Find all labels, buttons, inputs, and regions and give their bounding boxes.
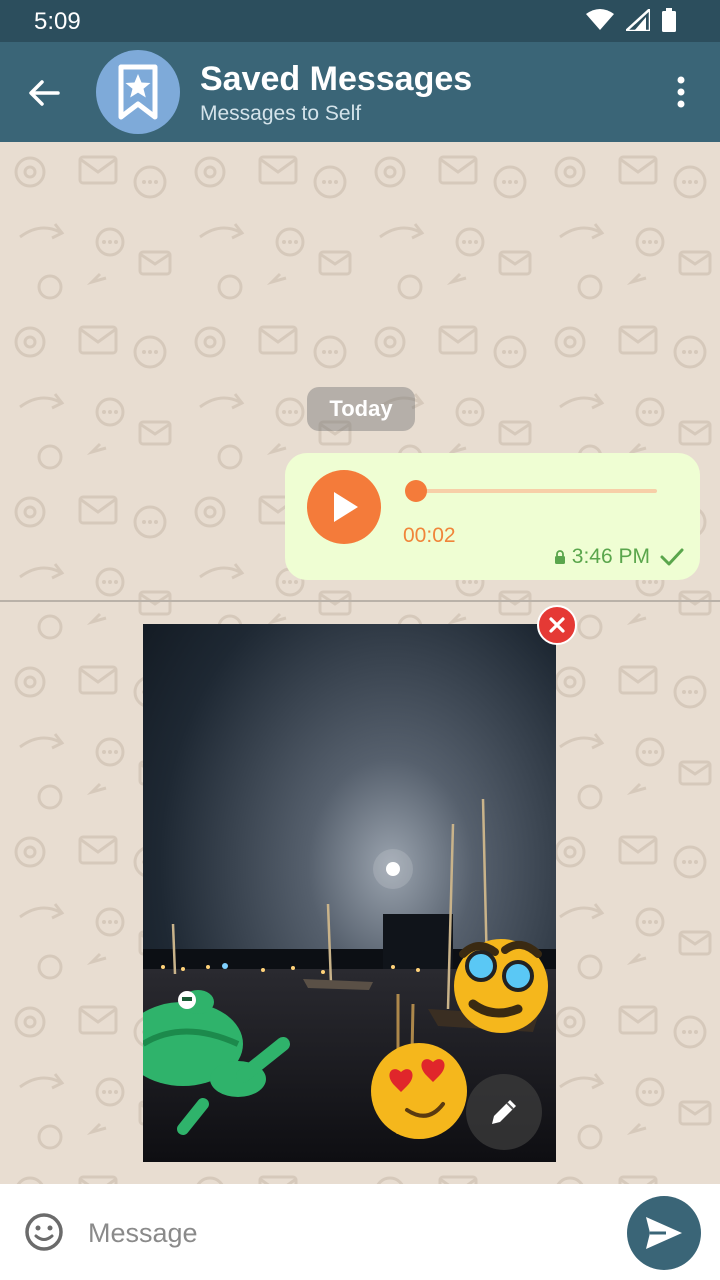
app-bar: Saved Messages Messages to Self bbox=[0, 42, 720, 142]
status-icons bbox=[586, 8, 676, 32]
send-icon bbox=[646, 1217, 682, 1249]
message-input[interactable] bbox=[86, 1208, 610, 1258]
status-bar: 5:09 bbox=[0, 0, 720, 42]
signal-icon bbox=[626, 9, 650, 31]
voice-message-bubble[interactable]: 00:02 3:46 PM bbox=[285, 453, 700, 580]
remove-attachment-button[interactable] bbox=[537, 605, 577, 645]
bookmark-star-icon bbox=[118, 64, 158, 120]
more-vertical-icon[interactable] bbox=[666, 72, 696, 112]
pencil-icon bbox=[492, 1100, 516, 1124]
check-icon bbox=[660, 548, 684, 566]
message-time: 3:46 PM bbox=[571, 545, 650, 568]
smiley-icon[interactable] bbox=[24, 1212, 64, 1252]
message-meta: 3:46 PM bbox=[554, 545, 686, 569]
audio-duration: 00:02 bbox=[403, 524, 456, 547]
attachment-divider bbox=[0, 600, 720, 602]
close-icon bbox=[549, 617, 565, 633]
status-time: 5:09 bbox=[34, 8, 81, 35]
date-chip: Today bbox=[307, 387, 415, 431]
chat-area[interactable]: Today 00:02 3:46 PM bbox=[0, 142, 720, 1184]
lock-icon bbox=[554, 550, 565, 564]
seekbar-thumb[interactable] bbox=[405, 480, 427, 502]
chat-subtitle: Messages to Self bbox=[200, 102, 362, 125]
play-icon bbox=[334, 492, 358, 522]
heart-eyes-sticker[interactable] bbox=[371, 1043, 467, 1139]
composer bbox=[0, 1184, 720, 1280]
edit-attachment-button[interactable] bbox=[466, 1074, 542, 1150]
send-button[interactable] bbox=[627, 1196, 701, 1270]
avatar[interactable] bbox=[96, 50, 180, 134]
disguise-face-sticker[interactable] bbox=[454, 939, 548, 1033]
play-button[interactable] bbox=[307, 470, 381, 544]
wifi-icon bbox=[586, 9, 614, 30]
arrow-left-icon[interactable] bbox=[24, 73, 64, 113]
chat-title: Saved Messages bbox=[200, 60, 473, 98]
battery-icon bbox=[662, 8, 676, 32]
audio-seekbar[interactable] bbox=[407, 489, 657, 493]
